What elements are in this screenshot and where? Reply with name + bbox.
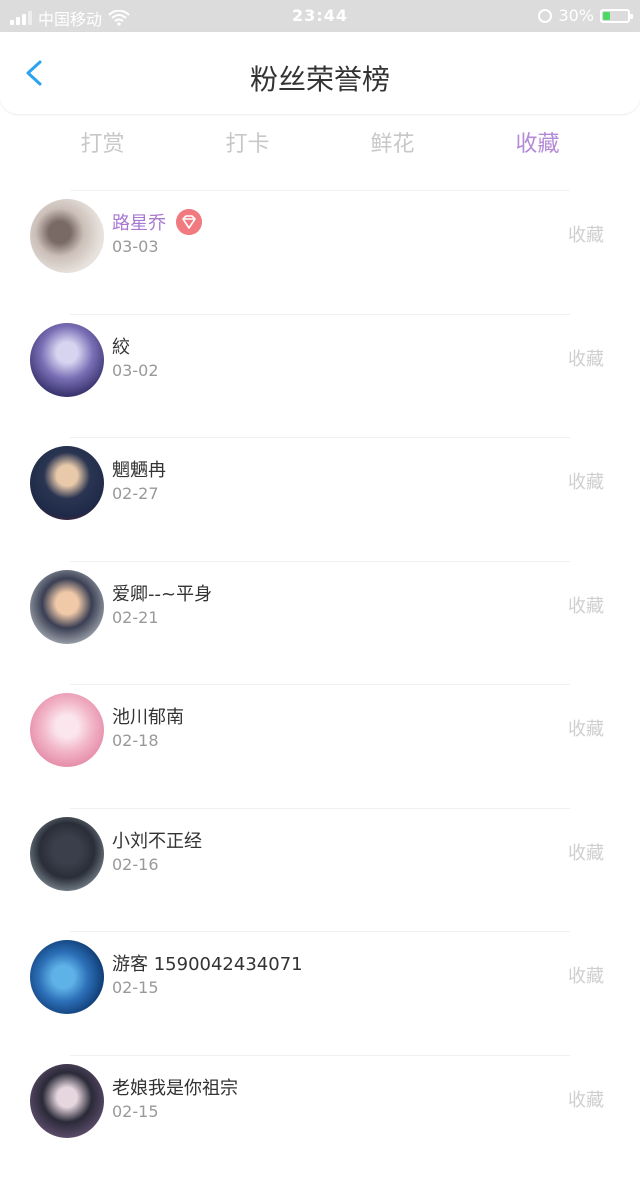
favorite-label: 收藏	[568, 839, 604, 865]
name-line: 路星乔	[112, 209, 202, 235]
avatar[interactable]	[30, 1064, 104, 1138]
page-title: 粉丝荣誉榜	[0, 58, 640, 98]
user-name: 路星乔	[112, 209, 166, 235]
date-label: 02-15	[112, 978, 159, 997]
favorite-label: 收藏	[568, 962, 604, 988]
name-line: 池川郁南	[112, 703, 184, 729]
name-line: 老娘我是你祖宗	[112, 1074, 238, 1100]
avatar[interactable]	[30, 940, 104, 1014]
date-label: 02-16	[112, 855, 159, 874]
name-line: 絞	[112, 333, 130, 359]
user-name: 小刘不正经	[112, 827, 202, 853]
tab-flowers[interactable]: 鲜花	[320, 126, 465, 160]
name-line: 游客 1590042434071	[112, 950, 303, 976]
date-label: 03-02	[112, 361, 159, 380]
list-item[interactable]: 池川郁南 02-18 收藏	[70, 684, 570, 808]
user-name: 老娘我是你祖宗	[112, 1074, 238, 1100]
date-label: 02-21	[112, 608, 159, 627]
favorite-label: 收藏	[568, 345, 604, 371]
name-line: 爱卿--~平身	[112, 580, 212, 606]
date-label: 02-27	[112, 484, 159, 503]
list-item[interactable]: 絞 03-02 收藏	[70, 314, 570, 438]
status-right: 30%	[538, 6, 630, 25]
avatar[interactable]	[30, 570, 104, 644]
user-name: 游客 1590042434071	[112, 950, 303, 976]
status-bar: 中国移动 23:44 30%	[0, 0, 640, 32]
rotation-lock-icon	[538, 9, 552, 23]
avatar[interactable]	[30, 199, 104, 273]
user-name: 池川郁南	[112, 703, 184, 729]
tab-favorites[interactable]: 收藏	[465, 126, 610, 160]
favorite-label: 收藏	[568, 1086, 604, 1112]
user-name: 魍魉冉	[112, 456, 166, 482]
list-item[interactable]: 游客 1590042434071 02-15 收藏	[70, 931, 570, 1055]
diamond-icon	[176, 209, 202, 235]
tab-checkin[interactable]: 打卡	[175, 126, 320, 160]
user-name: 爱卿--~平身	[112, 580, 212, 606]
battery-icon	[600, 9, 630, 23]
favorite-label: 收藏	[568, 592, 604, 618]
avatar[interactable]	[30, 323, 104, 397]
avatar[interactable]	[30, 817, 104, 891]
avatar[interactable]	[30, 446, 104, 520]
list-item[interactable]: 魍魉冉 02-27 收藏	[70, 437, 570, 561]
user-name: 絞	[112, 333, 130, 359]
name-line: 小刘不正经	[112, 827, 202, 853]
favorite-label: 收藏	[568, 221, 604, 247]
nav-header: 粉丝荣誉榜	[0, 32, 640, 114]
avatar[interactable]	[30, 693, 104, 767]
date-label: 03-03	[112, 237, 159, 256]
date-label: 02-15	[112, 1102, 159, 1121]
tab-reward[interactable]: 打赏	[30, 126, 175, 160]
list-item[interactable]: 爱卿--~平身 02-21 收藏	[70, 561, 570, 685]
favorite-label: 收藏	[568, 468, 604, 494]
list-item[interactable]: 老娘我是你祖宗 02-15 收藏	[70, 1055, 570, 1178]
tab-bar: 打赏 打卡 鲜花 收藏	[30, 126, 610, 160]
favorite-label: 收藏	[568, 715, 604, 741]
list-item[interactable]: 路星乔 03-03 收藏	[70, 190, 570, 314]
name-line: 魍魉冉	[112, 456, 166, 482]
list-item[interactable]: 小刘不正经 02-16 收藏	[70, 808, 570, 932]
fan-list: 路星乔 03-03 收藏 絞 03-02 收藏 魍魉冉 02-27 收藏 爱卿-…	[0, 190, 640, 1178]
date-label: 02-18	[112, 731, 159, 750]
battery-percent: 30%	[558, 6, 594, 25]
